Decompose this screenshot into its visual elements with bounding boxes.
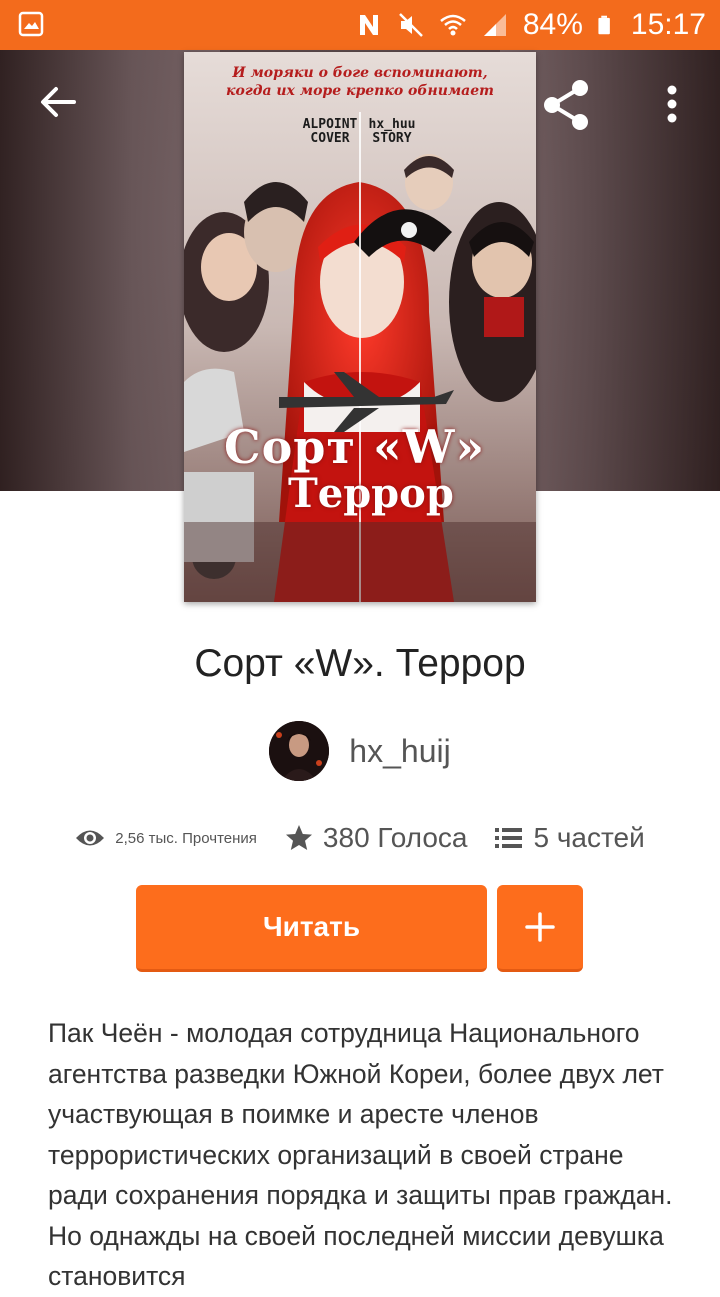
wifi-icon bbox=[440, 14, 466, 36]
cover-title: Сорт «W» Террор bbox=[224, 422, 504, 516]
back-arrow-icon[interactable] bbox=[36, 80, 80, 124]
reads-stat: 2,56 тыс. Прочтения bbox=[75, 827, 257, 849]
read-button[interactable]: Читать bbox=[136, 885, 487, 972]
nfc-icon bbox=[359, 15, 378, 35]
star-icon bbox=[285, 825, 312, 850]
author-name[interactable]: hx_huij bbox=[349, 733, 450, 770]
mute-icon bbox=[398, 13, 423, 37]
votes-stat: 380 Голоса bbox=[285, 822, 468, 854]
signal-icon bbox=[483, 14, 506, 36]
story-description: Пак Чеён - молодая сотрудница Национальн… bbox=[48, 1018, 673, 1291]
add-to-library-button[interactable] bbox=[497, 885, 583, 972]
votes-count: 380 Голоса bbox=[322, 822, 468, 853]
avatar-image bbox=[269, 721, 330, 781]
status-bar: 84% 15:17 bbox=[0, 0, 720, 50]
cover-tagline: И моряки о боге вспоминают, когда их мор… bbox=[226, 65, 494, 99]
author-row[interactable]: hx_huij bbox=[0, 720, 720, 782]
battery-icon bbox=[598, 15, 610, 35]
story-title: Сорт «W». Террор bbox=[194, 642, 526, 685]
parts-count[interactable]: 5 частей bbox=[533, 822, 644, 854]
reads-count: 2,56 тыс. Прочтения bbox=[115, 829, 257, 847]
list-icon bbox=[495, 828, 523, 848]
cover-right-tag: hx_huu STORY bbox=[368, 117, 416, 146]
battery-percent: 84% bbox=[522, 8, 583, 41]
eye-icon bbox=[76, 830, 105, 846]
cover-artwork bbox=[184, 52, 536, 602]
cover-left-tag: ALPOINT COVER bbox=[302, 117, 358, 146]
cover-title-line2: Террор bbox=[288, 470, 454, 517]
book-cover[interactable]: И моряки о боге вспоминают, когда их мор… bbox=[184, 52, 536, 602]
cover-title-line1: Сорт «W» bbox=[224, 420, 486, 474]
author-avatar[interactable] bbox=[269, 721, 330, 781]
parts-stat[interactable]: 5 частей bbox=[495, 822, 645, 854]
plus-icon bbox=[525, 912, 555, 942]
share-icon[interactable] bbox=[540, 78, 594, 132]
more-vert-icon[interactable] bbox=[660, 82, 684, 126]
gallery-icon bbox=[18, 11, 44, 37]
story-stats: 2,56 тыс. Прочтения 380 Голоса 5 частей bbox=[0, 812, 720, 864]
clock: 15:17 bbox=[630, 8, 706, 41]
